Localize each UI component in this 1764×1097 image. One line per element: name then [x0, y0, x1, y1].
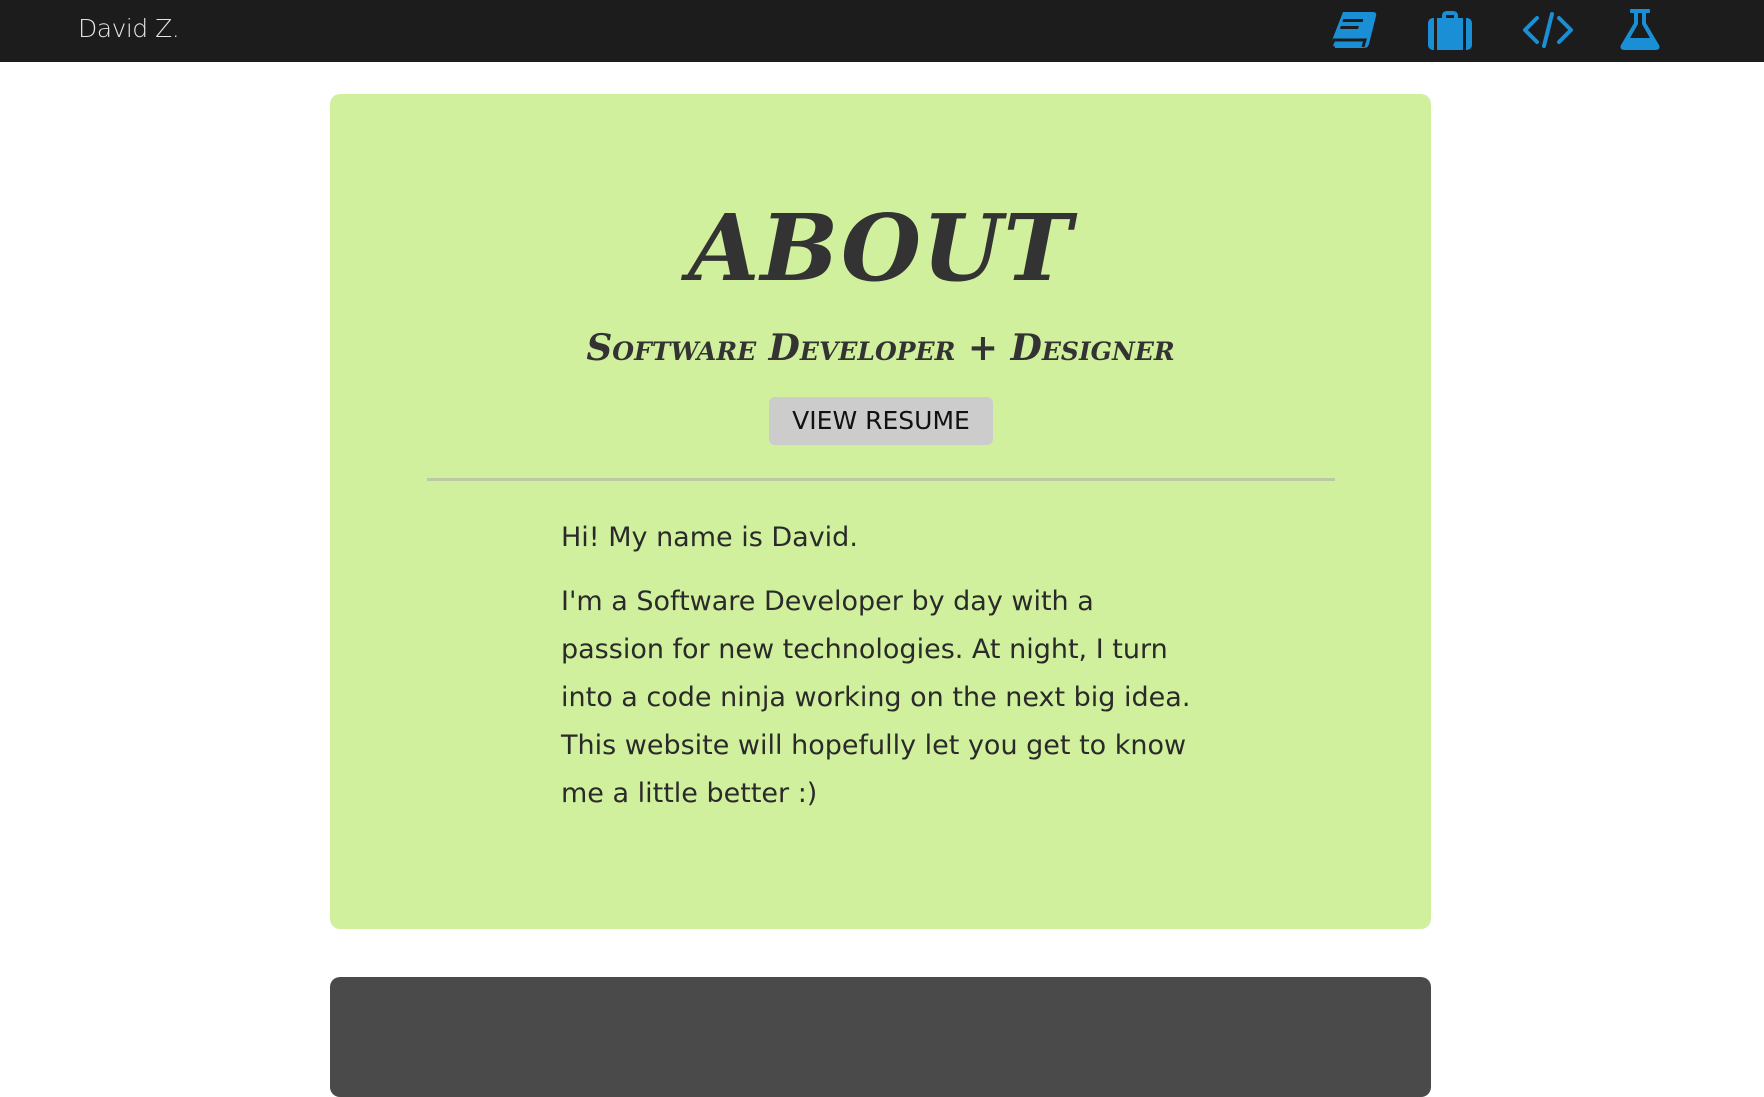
flask-icon	[1620, 9, 1660, 50]
bio-greeting: Hi! My name is David.	[561, 522, 858, 553]
bio-paragraph: I'm a Software Developer by day with a p…	[561, 586, 1191, 809]
top-navbar: David Z.	[0, 0, 1764, 62]
book-icon	[1330, 12, 1377, 50]
about-bio: Hi! My name is David. I'm a Software Dev…	[561, 514, 1201, 818]
nav-work-link[interactable]	[1422, 6, 1478, 54]
site-brand-link[interactable]: David Z.	[78, 14, 180, 44]
nav-blog-link[interactable]	[1325, 6, 1381, 54]
section-divider	[427, 478, 1335, 481]
briefcase-icon	[1428, 11, 1472, 50]
code-icon	[1523, 12, 1573, 48]
about-title: ABOUT	[688, 194, 1073, 302]
nav-code-link[interactable]	[1520, 6, 1576, 54]
about-subtitle: Software Developer + Designer	[586, 327, 1175, 369]
view-resume-button[interactable]: VIEW RESUME	[769, 397, 993, 445]
next-section-card	[330, 977, 1431, 1097]
about-section: ABOUT Software Developer + Designer VIEW…	[330, 94, 1431, 929]
nav-lab-link[interactable]	[1612, 6, 1668, 54]
